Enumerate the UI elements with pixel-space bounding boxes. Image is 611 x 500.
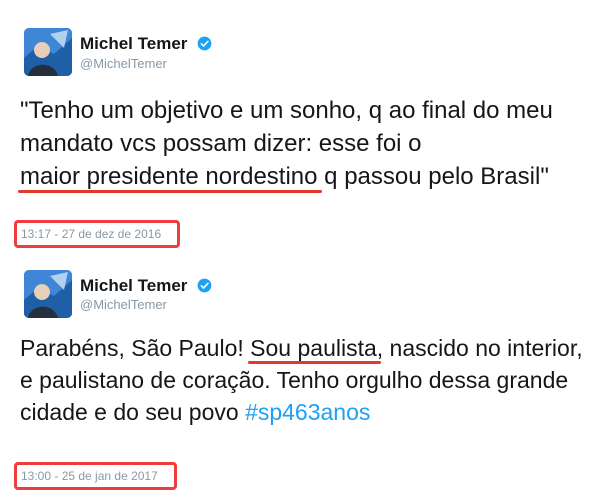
timestamp[interactable]: 13:00 - 25 de jan de 2017 <box>21 469 158 483</box>
user-name-text: Michel Temer <box>80 34 188 53</box>
tweet-text-part: q passou pelo Brasil" <box>317 163 549 190</box>
highlighted-phrase: maior presidente nordestino <box>20 163 318 190</box>
timestamp-highlight-box: 13:00 - 25 de jan de 2017 <box>14 462 177 490</box>
user-handle[interactable]: @MichelTemer <box>80 297 167 312</box>
user-name-text: Michel Temer <box>80 276 188 295</box>
tweet-text-part: Parabéns, São Paulo! <box>20 335 251 361</box>
timestamp-highlight-box: 13:17 - 27 de dez de 2016 <box>14 220 181 248</box>
user-name[interactable]: Michel Temer <box>80 276 212 296</box>
verified-badge-icon <box>197 278 212 293</box>
tweet-text: Parabéns, São Paulo! Sou paulista, nasci… <box>20 332 590 428</box>
user-name[interactable]: Michel Temer <box>80 34 212 54</box>
user-handle[interactable]: @MichelTemer <box>80 56 167 71</box>
tweet-text: "Tenho um objetivo e um sonho, q ao fina… <box>20 94 590 193</box>
avatar[interactable] <box>24 270 72 318</box>
tweet-text-part: "Tenho um objetivo e um sonho, q ao fina… <box>20 97 553 157</box>
verified-badge-icon <box>197 36 212 51</box>
tweet-card: Michel Temer @MichelTemer Parabéns, São … <box>0 262 611 500</box>
hashtag-link[interactable]: #sp463anos <box>245 399 370 425</box>
timestamp[interactable]: 13:17 - 27 de dez de 2016 <box>21 227 161 241</box>
highlighted-phrase: Sou paulista <box>250 335 377 361</box>
tweet-card: Michel Temer @MichelTemer "Tenho um obje… <box>0 0 611 258</box>
temer-avatar-icon <box>24 28 72 76</box>
avatar[interactable] <box>24 28 72 76</box>
temer-avatar-icon <box>24 270 72 318</box>
